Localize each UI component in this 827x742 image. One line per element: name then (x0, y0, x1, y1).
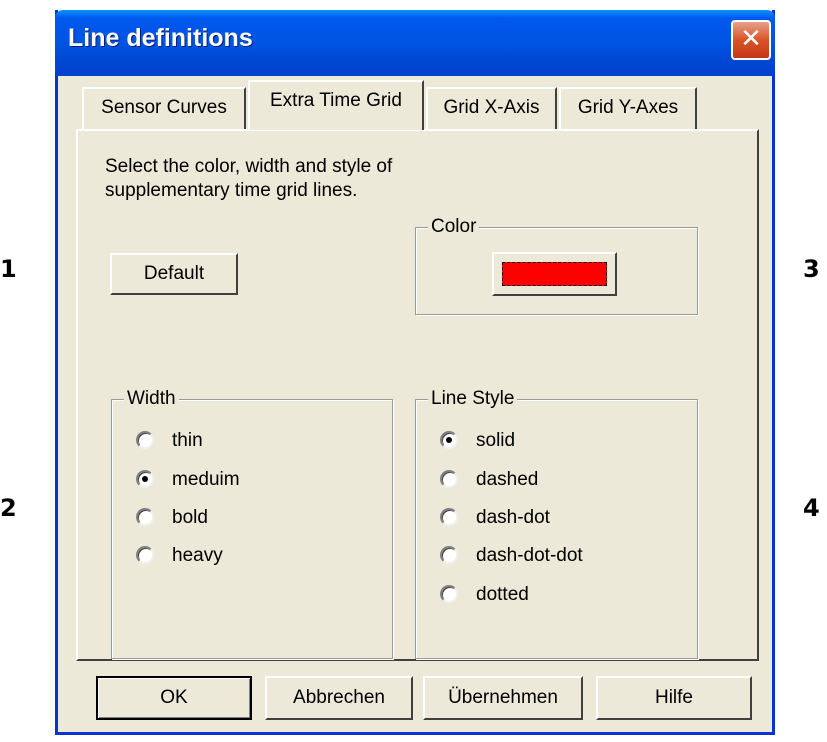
default-button-label: Default (143, 263, 205, 284)
annotation-3: 3 (803, 255, 820, 283)
radio-button[interactable] (440, 585, 458, 603)
radio-button[interactable] (440, 431, 458, 449)
help-button[interactable]: Hilfe (596, 676, 752, 720)
annotation-4: 4 (803, 494, 820, 522)
color-groupbox: Color (415, 215, 698, 315)
line-style-group-label: Line Style (428, 387, 518, 411)
radio-button[interactable] (136, 508, 154, 526)
annotation-1: 1 (0, 255, 17, 283)
ok-button[interactable]: OK (96, 676, 252, 720)
apply-button[interactable]: Übernehmen (423, 676, 583, 720)
tab-sensor-curves[interactable]: Sensor Curves (82, 87, 246, 129)
radio-label: dash-dot-dot (476, 545, 583, 566)
radio-label: bold (172, 507, 208, 528)
line-style-groupbox: Line Style solid dashed dash-dot dash-do… (415, 387, 698, 659)
tab-label: Grid Y-Axes (577, 97, 679, 118)
ok-button-label: OK (160, 687, 188, 708)
annotation-2: 2 (0, 494, 17, 522)
tab-grid-y-axes[interactable]: Grid Y-Axes (559, 87, 697, 129)
color-picker-button[interactable] (492, 252, 617, 296)
radio-label: solid (476, 430, 516, 451)
cancel-button-label: Abbrechen (293, 687, 385, 708)
radio-label: dashed (476, 469, 539, 490)
radio-button[interactable] (440, 470, 458, 488)
radio-label: heavy (172, 545, 223, 566)
title-bar[interactable]: Line definitions ✕ (55, 10, 775, 76)
radio-label: dash-dot (476, 507, 550, 528)
radio-button[interactable] (136, 431, 154, 449)
help-button-label: Hilfe (654, 687, 693, 708)
color-group-label: Color (428, 215, 480, 239)
width-groupbox: Width thin meduim bold heavy (111, 387, 393, 659)
tab-label: Sensor Curves (101, 97, 227, 118)
radio-label: dotted (476, 584, 529, 605)
close-button[interactable]: ✕ (731, 20, 771, 60)
tab-extra-time-grid[interactable]: Extra Time Grid (248, 80, 424, 130)
color-swatch (502, 262, 607, 286)
apply-button-label: Übernehmen (448, 687, 558, 708)
radio-label: meduim (172, 469, 240, 490)
radio-button[interactable] (440, 546, 458, 564)
radio-button[interactable] (136, 470, 154, 488)
description-text: Select the color, width and style of sup… (105, 156, 393, 201)
tab-grid-x-axis[interactable]: Grid X-Axis (426, 87, 557, 129)
radio-button[interactable] (440, 508, 458, 526)
radio-label: thin (172, 430, 203, 451)
close-icon: ✕ (740, 24, 762, 54)
window-title: Line definitions (68, 24, 253, 52)
radio-button[interactable] (136, 546, 154, 564)
tab-label: Grid X-Axis (443, 97, 540, 118)
dialog-window: Line definitions ✕ Sensor Curves Extra T… (55, 10, 775, 735)
default-button[interactable]: Default (110, 253, 238, 295)
cancel-button[interactable]: Abbrechen (265, 676, 413, 720)
tab-panel-extra-time-grid: Select the color, width and style of sup… (76, 129, 759, 661)
width-group-label: Width (124, 387, 179, 411)
tab-label: Extra Time Grid (270, 90, 402, 111)
